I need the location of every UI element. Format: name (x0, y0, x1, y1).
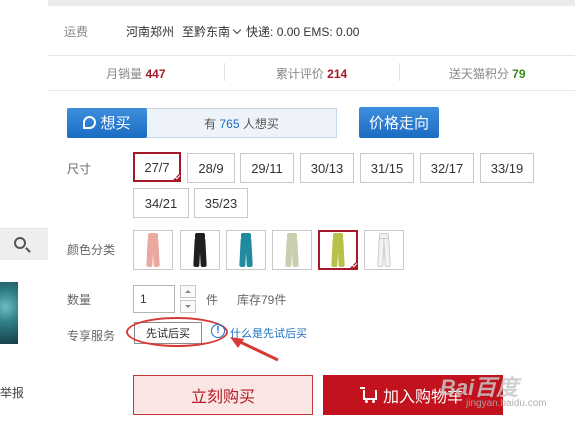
size-option[interactable]: 35/23 (194, 188, 248, 218)
ship-to-label: 至黔东南 (182, 24, 231, 39)
size-option[interactable]: 31/15 (360, 153, 414, 183)
pants-icon (330, 233, 346, 268)
size-option-label: 34/21 (144, 195, 178, 211)
buy-now-button[interactable]: 立刻购买 (133, 375, 313, 415)
size-option-label: 29/11 (251, 160, 283, 176)
stat-reviews[interactable]: 累计评价 214 (223, 62, 400, 82)
product-thumbnail-image[interactable] (0, 282, 18, 344)
price-trend-button[interactable]: 价格走向 (359, 107, 439, 138)
stock-text: 库存79件 (237, 293, 287, 307)
want-count-text: 有 765 人想买 (147, 115, 336, 132)
ship-to-selector[interactable]: 至黔东南 (182, 23, 246, 40)
size-option[interactable]: 30/13 (300, 153, 354, 183)
stat-value: 447 (145, 66, 166, 81)
stat-value: 79 (512, 66, 526, 81)
quantity-input[interactable]: 1 (133, 285, 175, 313)
size-label: 尺寸 (67, 162, 92, 176)
color-swatch[interactable] (364, 230, 404, 270)
size-option[interactable]: 29/11 (240, 153, 294, 183)
annotation-arrow (230, 337, 279, 362)
shipping-fees: 快递: 0.00 EMS: 0.00 (246, 24, 360, 39)
pants-icon (284, 233, 300, 268)
size-option-label: 30/13 (310, 160, 344, 176)
info-icon[interactable]: ! (211, 324, 225, 338)
size-option-label: 27/7 (144, 159, 170, 175)
want-count: 765 (219, 116, 240, 131)
baidu-watermark-url: jingyan.baidu.com (466, 398, 547, 409)
size-option[interactable]: 34/21 (133, 188, 189, 218)
pants-icon (145, 233, 161, 268)
size-option-label: 33/19 (490, 160, 524, 176)
size-option-label: 28/9 (198, 160, 224, 176)
search-button[interactable] (0, 228, 48, 260)
stats-row: 月销量 447 累计评价 214 送天猫积分 79 (48, 55, 575, 91)
stat-value: 214 (327, 66, 348, 81)
chevron-down-icon (232, 25, 242, 34)
left-panel (0, 0, 48, 232)
size-option[interactable]: 32/17 (420, 153, 474, 183)
size-option-label: 35/23 (204, 195, 238, 211)
want-button-label: 想买 (100, 115, 131, 132)
size-option-label: 32/17 (430, 160, 464, 176)
service-label: 专享服务 (67, 329, 116, 343)
stat-points: 送天猫积分 79 (399, 62, 575, 82)
color-swatch[interactable] (226, 230, 266, 270)
color-swatch[interactable] (180, 230, 220, 270)
pants-icon (376, 233, 392, 268)
pants-icon (192, 233, 208, 268)
quantity-increase-button[interactable] (180, 285, 196, 298)
want-suffix: 人想买 (242, 116, 279, 131)
stat-label: 送天猫积分 (448, 66, 509, 81)
quantity-unit: 件 (206, 293, 219, 307)
stat-monthly-sales: 月销量 447 (48, 65, 224, 82)
stat-label: 累计评价 (275, 66, 324, 81)
color-swatch[interactable] (272, 230, 312, 270)
want-box: 想买 有 765 人想买 (67, 107, 337, 138)
color-swatch[interactable] (133, 230, 173, 270)
size-option[interactable]: 27/7 (133, 152, 181, 182)
quantity-decrease-button[interactable] (180, 300, 196, 313)
search-icon (14, 237, 26, 249)
size-option-label: 31/15 (370, 160, 404, 176)
color-swatch[interactable] (318, 230, 358, 270)
want-prefix: 有 (204, 116, 217, 131)
shipping-label: 运费 (64, 24, 89, 39)
leaf-icon (83, 116, 97, 129)
size-option[interactable]: 28/9 (187, 153, 235, 183)
want-button[interactable]: 想买 (67, 107, 147, 138)
pants-icon (238, 233, 254, 268)
report-link[interactable]: 举报 (0, 384, 24, 401)
stat-label: 月销量 (106, 66, 143, 81)
ship-from-location: 河南郑州 (126, 24, 175, 39)
selected-check-icon (348, 260, 358, 270)
size-option[interactable]: 33/19 (480, 153, 534, 183)
shipping-row: 运费 河南郑州 至黔东南 快递: 0.00 EMS: 0.00 (64, 22, 359, 40)
selected-check-icon (171, 172, 181, 182)
left-strip: 举报 (0, 0, 48, 424)
color-label: 颜色分类 (67, 243, 116, 257)
quantity-label: 数量 (67, 293, 92, 307)
cart-icon (359, 387, 377, 403)
top-bar (48, 0, 575, 6)
